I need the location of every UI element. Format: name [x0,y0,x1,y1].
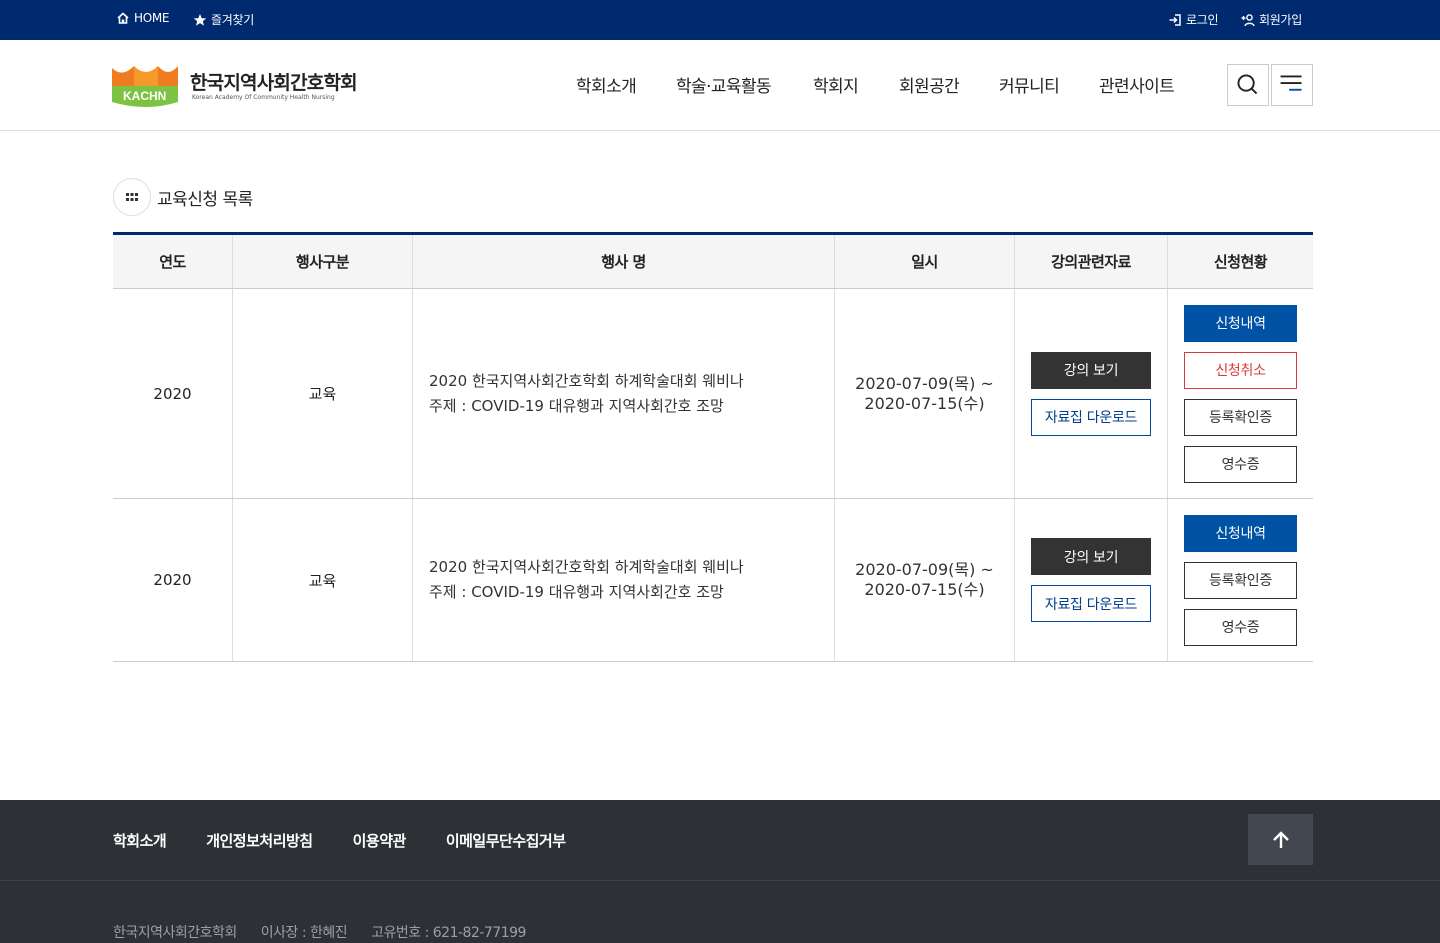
date-end: 2020-07-15(수) [864,393,985,413]
event-title: 2020 한국지역사회간호학회 하계학술대회 웨비나 [429,558,744,576]
receipt-button[interactable]: 영수증 [1184,608,1297,646]
svg-text:KACHN: KACHN [123,89,166,103]
date-cell: 2020-07-09(목) ~ 2020-07-15(수) [835,499,1015,661]
col-status: 신청현황 [1213,253,1268,271]
cancel-application-button[interactable]: 신청취소 [1184,351,1297,389]
status-cell: 신청내역 신청취소 등록확인증 영수증 [1168,289,1313,498]
event-topic: 주제 : COVID-19 대유행과 지역사회간호 조망 [429,583,724,601]
category-cell: 교육 [233,289,413,498]
section-title: 교육신청 목록 [113,178,253,216]
login-label: 로그인 [1186,13,1219,27]
footer-info: 한국지역사회간호학회 이사장 : 한혜진 고유번호 : 621-82-77199 [113,922,546,942]
application-details-button[interactable]: 신청내역 [1184,304,1297,342]
site-footer: 학회소개 개인정보처리방침 이용약관 이메일무단수집거부 한국지역사회간호학회 … [0,800,1440,943]
nav-related-sites[interactable]: 관련사이트 [1099,72,1175,97]
date-end: 2020-07-15(수) [864,580,985,599]
footer-president: 이사장 : 한혜진 [260,925,348,941]
event-cell: 2020 한국지역사회간호학회 하계학술대회 웨비나 주제 : COVID-19… [413,499,835,661]
grid-icon [113,178,151,216]
footer-link-privacy[interactable]: 개인정보처리방침 [206,830,313,851]
col-date: 일시 [835,235,1015,288]
date-start: 2020-07-09(목) ~ [855,560,994,579]
materials-cell: 강의 보기 자료집 다운로드 [1015,289,1168,498]
hamburger-icon [1280,75,1302,91]
site-logo[interactable]: KACHN 한국지역사회간호학회 Korean Academy Of Commu… [112,62,362,110]
login-icon [1169,13,1181,26]
table-header: 연도 행사구분 행사 명 일시 강의관련자료 신청현황 [113,235,1313,289]
logo-subtitle: Korean Academy Of Community Health Nursi… [192,94,335,101]
logo-mark-icon: KACHN [112,66,178,107]
nav-about[interactable]: 학회소개 [576,72,637,97]
event-topic: 주제 : COVID-19 대유행과 지역사회간호 조망 [429,396,724,415]
search-button[interactable] [1227,64,1269,106]
footer-reg-no: 고유번호 : 621-82-77199 [371,925,526,941]
year-cell: 2020 [113,289,233,498]
join-label: 회원가입 [1259,13,1302,27]
year-cell: 2020 [113,499,233,661]
materials-cell: 강의 보기 자료집 다운로드 [1015,499,1168,661]
arrow-up-icon [1272,830,1289,848]
top-utility-bar: HOME 즐겨찾기 로그인 회원가입 [0,0,1440,40]
menu-button[interactable] [1271,64,1313,106]
view-lecture-button[interactable]: 강의 보기 [1031,351,1151,389]
footer-link-terms[interactable]: 이용약관 [353,830,407,851]
registration-certificate-button[interactable]: 등록확인증 [1184,561,1297,599]
home-icon [117,12,129,24]
col-year: 연도 [113,235,233,288]
col-event-name: 행사 명 [413,235,835,288]
join-link[interactable]: 회원가입 [1241,11,1302,28]
login-link[interactable]: 로그인 [1168,11,1219,28]
nav-member-space[interactable]: 회원공간 [899,72,960,97]
footer-link-email-policy[interactable]: 이메일무단수집거부 [446,830,566,851]
add-user-icon [1241,13,1255,26]
status-cell: 신청내역 등록확인증 영수증 [1168,499,1313,661]
category-cell: 교육 [233,499,413,661]
view-lecture-button[interactable]: 강의 보기 [1031,538,1151,575]
nav-journal[interactable]: 학회지 [813,72,859,97]
table-row: 2020 교육 2020 한국지역사회간호학회 하계학술대회 웨비나 주제 : … [113,289,1313,499]
col-materials: 강의관련자료 [1015,235,1168,288]
col-category: 행사구분 [233,235,413,288]
download-materials-button[interactable]: 자료집 다운로드 [1031,585,1151,622]
date-start: 2020-07-09(목) ~ [855,373,994,393]
page-title: 교육신청 목록 [157,189,253,210]
search-icon [1237,74,1258,95]
registration-certificate-button[interactable]: 등록확인증 [1184,398,1297,436]
home-link[interactable]: HOME [116,11,170,25]
footer-divider [0,880,1440,881]
receipt-button[interactable]: 영수증 [1184,445,1297,483]
home-label: HOME [134,11,170,25]
favorite-link[interactable]: 즐겨찾기 [193,11,254,28]
logo-name: 한국지역사회간호학회 [190,72,358,94]
footer-links: 학회소개 개인정보처리방침 이용약관 이메일무단수집거부 [113,830,606,851]
download-materials-button[interactable]: 자료집 다운로드 [1031,398,1151,436]
star-icon [193,13,207,26]
footer-org: 한국지역사회간호학회 [113,925,237,941]
event-cell: 2020 한국지역사회간호학회 하계학술대회 웨비나 주제 : COVID-19… [413,289,835,498]
nav-community[interactable]: 커뮤니티 [999,72,1060,97]
scroll-top-button[interactable] [1248,814,1313,865]
footer-link-about[interactable]: 학회소개 [113,830,167,851]
table-row: 2020 교육 2020 한국지역사회간호학회 하계학술대회 웨비나 주제 : … [113,499,1313,662]
event-title: 2020 한국지역사회간호학회 하계학술대회 웨비나 [429,371,744,390]
nav-academic-education[interactable]: 학술·교육활동 [676,72,772,97]
date-cell: 2020-07-09(목) ~ 2020-07-15(수) [835,289,1015,498]
favorite-label: 즐겨찾기 [211,13,254,27]
site-header: KACHN 한국지역사회간호학회 Korean Academy Of Commu… [0,40,1440,131]
education-application-table: 연도 행사구분 행사 명 일시 강의관련자료 신청현황 2020 교육 2020… [113,232,1313,662]
application-details-button[interactable]: 신청내역 [1184,514,1297,552]
